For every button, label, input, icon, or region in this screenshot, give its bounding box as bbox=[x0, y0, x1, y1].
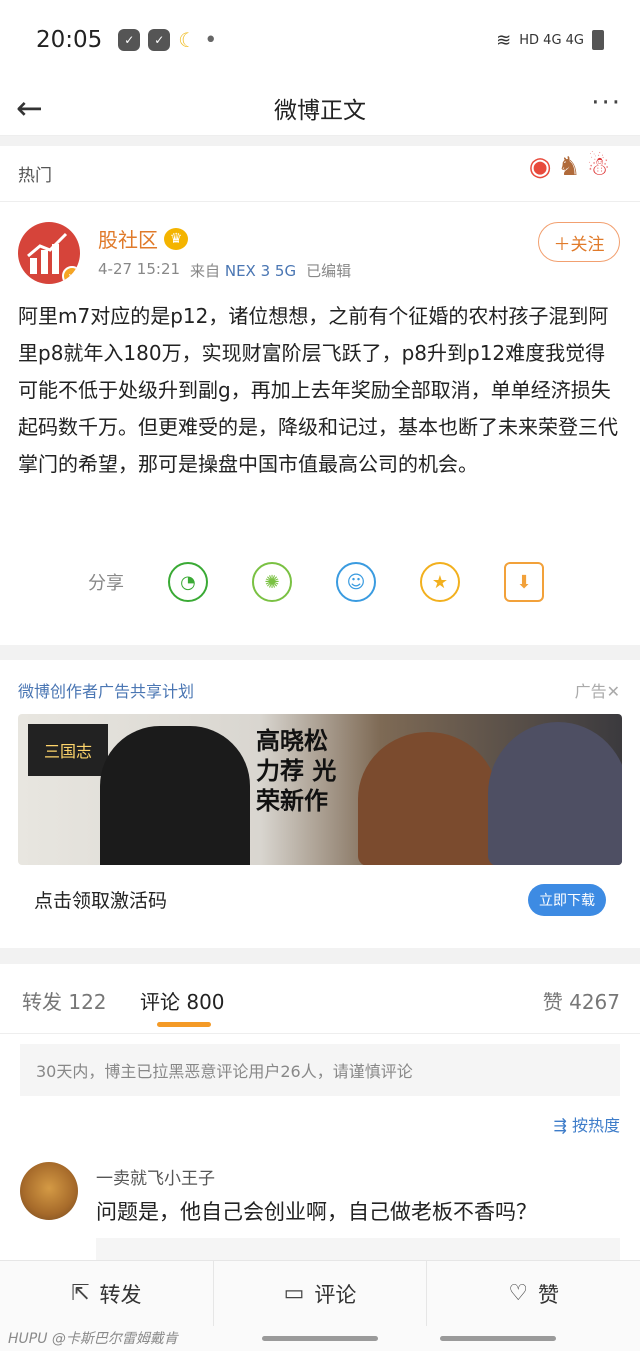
page-title: 微博正文 bbox=[274, 97, 366, 124]
ad-calligraphy: 高晓松力荐 光荣新作 bbox=[256, 727, 337, 815]
ad-banner[interactable]: 三国志 高晓松力荐 光荣新作 bbox=[18, 714, 622, 865]
thumbs-up-icon: ♡ bbox=[508, 1281, 529, 1306]
interaction-tabs: 转发 122 评论 800 赞 4267 bbox=[0, 964, 640, 1034]
nav-bar: ← 微博正文 ··· bbox=[0, 80, 640, 136]
check-icon: ✓ bbox=[148, 29, 171, 51]
avatar[interactable]: v bbox=[18, 222, 80, 284]
share-row: 分享 ◔ ✺ ☺ ★ ⬇ bbox=[88, 562, 544, 602]
author-name[interactable]: 股社区 bbox=[98, 224, 158, 253]
hot-label: 热门 bbox=[18, 166, 52, 186]
post-meta: 4-27 15:21 来自 NEX 3 5G 已编辑 bbox=[98, 260, 351, 281]
more-icon[interactable]: ··· bbox=[591, 88, 622, 118]
like-button[interactable]: ♡ 赞 bbox=[427, 1261, 640, 1326]
author-row: 股社区 ♛ bbox=[98, 224, 188, 253]
share-arrow-icon: ⇱ bbox=[71, 1281, 90, 1306]
active-tab-indicator bbox=[157, 1022, 211, 1027]
post-date: 4-27 15:21 bbox=[98, 260, 181, 278]
ad-hero-image bbox=[358, 732, 498, 865]
crown-icon: ♛ bbox=[164, 227, 188, 250]
ad-hero-image bbox=[488, 722, 622, 865]
save-image-icon[interactable]: ⬇ bbox=[504, 562, 544, 602]
sort-by-hot-button[interactable]: ⇶ 按热度 bbox=[554, 1112, 621, 1136]
status-bar: 20:05 ✓ ✓ ☾ • ≋ HD 4G 4G bbox=[0, 0, 640, 80]
home-indicator[interactable] bbox=[440, 1336, 556, 1341]
repost-button[interactable]: ⇱ 转发 bbox=[0, 1261, 214, 1326]
bottom-action-bar: ⇱ 转发 ▭ 评论 ♡ 赞 bbox=[0, 1260, 640, 1326]
comment-text: 问题是，他自己会创业啊，自己做老板不香吗？ bbox=[96, 1200, 537, 1224]
back-arrow-icon[interactable]: ← bbox=[16, 88, 56, 128]
like-label: 赞 bbox=[538, 1282, 560, 1307]
network-label: HD 4G 4G bbox=[519, 32, 584, 48]
santa-icon: ☃ bbox=[586, 152, 610, 182]
hot-section: 热门 ◉ ♞ ☃ bbox=[0, 146, 640, 202]
post-text: 阿里m7对应的是p12，诸位想想，之前有个征婚的农村孩子混到阿里p8就年入180… bbox=[18, 304, 618, 476]
follow-button[interactable]: ＋关注 bbox=[538, 222, 620, 262]
camera-mascot-icon: ◉ bbox=[528, 152, 552, 182]
comment-button[interactable]: ▭ 评论 bbox=[214, 1261, 428, 1326]
ad-person-image bbox=[100, 726, 250, 865]
verified-badge-icon: v bbox=[62, 266, 80, 284]
watermark: HUPU @卡斯巴尔雷姆戴肯 bbox=[8, 1331, 178, 1347]
comment-bubble-icon: ▭ bbox=[283, 1281, 305, 1306]
tab-like[interactable]: 赞 4267 bbox=[543, 986, 620, 1015]
comment-label: 评论 bbox=[314, 1282, 357, 1307]
status-time: 20:05 bbox=[36, 27, 103, 53]
dot-icon: • bbox=[204, 27, 218, 53]
repost-label: 转发 bbox=[99, 1282, 142, 1307]
game-logo: 三国志 bbox=[28, 724, 108, 776]
comment-notice: 30天内，博主已拉黑恶意评论用户26人，请谨慎评论 bbox=[20, 1044, 620, 1096]
festive-decoration-icon: ◉ ♞ ☃ bbox=[529, 152, 610, 182]
tab-comment[interactable]: 评论 800 bbox=[140, 986, 225, 1015]
reindeer-icon: ♞ bbox=[557, 152, 581, 182]
from-label: 来自 bbox=[190, 262, 221, 280]
qq-icon[interactable]: ☺ bbox=[336, 562, 376, 602]
wifi-icon: ≋ bbox=[496, 29, 512, 51]
share-label: 分享 bbox=[88, 573, 124, 594]
moments-icon[interactable]: ✺ bbox=[252, 562, 292, 602]
moon-icon: ☾ bbox=[178, 28, 197, 52]
status-right: ≋ HD 4G 4G bbox=[496, 30, 604, 51]
reply-preview[interactable] bbox=[96, 1238, 620, 1260]
home-indicator[interactable] bbox=[262, 1336, 378, 1341]
comments-section: 30天内，博主已拉黑恶意评论用户26人，请谨慎评论 ⇶ 按热度 一卖就飞小王子 … bbox=[0, 1034, 640, 1260]
qzone-icon[interactable]: ★ bbox=[420, 562, 460, 602]
ad-close-button[interactable]: 广告✕ bbox=[575, 678, 620, 702]
comment-author[interactable]: 一卖就飞小王子 bbox=[96, 1164, 215, 1189]
ad-cta-text: 点击领取激活码 bbox=[34, 890, 168, 912]
avatar[interactable] bbox=[20, 1162, 78, 1220]
notification-icons: ✓ ✓ ☾ • bbox=[118, 28, 217, 53]
edited-label: 已编辑 bbox=[306, 262, 352, 280]
ad-card: 微博创作者广告共享计划 广告✕ 三国志 高晓松力荐 光荣新作 点击领取激活码 立… bbox=[0, 660, 640, 948]
tab-repost[interactable]: 转发 122 bbox=[22, 986, 107, 1015]
ad-header[interactable]: 微博创作者广告共享计划 bbox=[18, 678, 194, 702]
download-button[interactable]: 立即下载 bbox=[528, 884, 606, 916]
wechat-icon[interactable]: ◔ bbox=[168, 562, 208, 602]
check-icon: ✓ bbox=[118, 29, 141, 51]
weibo-post: v 股社区 ♛ 4-27 15:21 来自 NEX 3 5G 已编辑 ＋关注 阿… bbox=[0, 202, 640, 645]
post-source[interactable]: NEX 3 5G bbox=[225, 262, 296, 280]
battery-icon bbox=[592, 30, 604, 50]
